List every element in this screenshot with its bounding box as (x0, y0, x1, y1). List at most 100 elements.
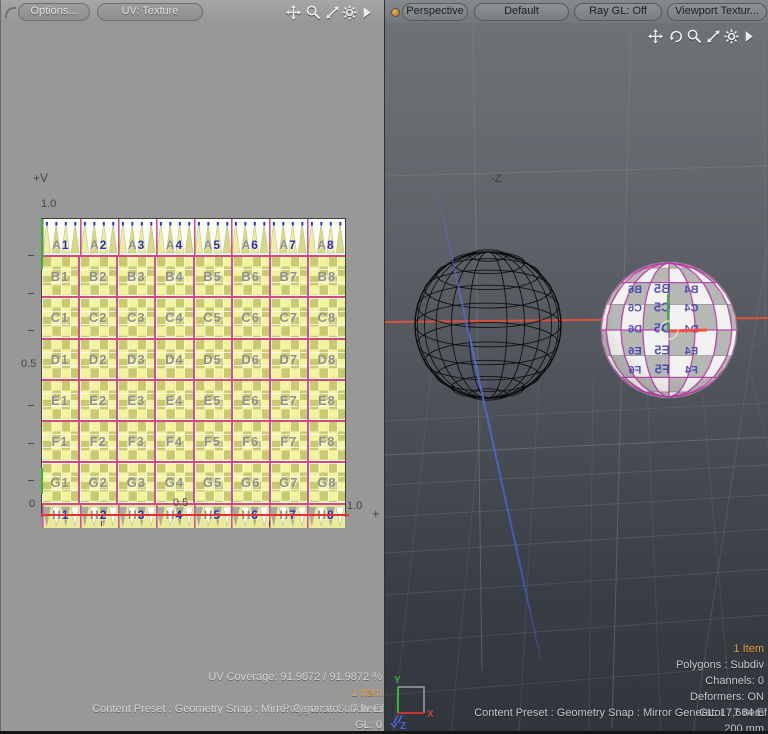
uv-cell-B1[interactable]: B1 (42, 257, 78, 296)
uv-cell-B3[interactable]: B3 (116, 257, 154, 296)
textured-sphere[interactable]: B6B5B4C6C5C4D6D5D4E6E5E4F6F5F4 (601, 262, 737, 398)
zoom-icon[interactable] (305, 4, 322, 21)
uv-cell-H8[interactable]: H8 (307, 505, 345, 528)
uv-cell-F8[interactable]: F8 (307, 422, 345, 461)
sphere-uv-label: E5 (654, 342, 670, 357)
uv-grid[interactable]: A1 A2 A3 A4 (41, 218, 346, 517)
ruler-0.5-bottom: 0.5 (173, 497, 188, 509)
uv-cell-A5[interactable]: A5 (194, 219, 232, 255)
uv-cell-B2[interactable]: B2 (78, 257, 116, 296)
viewport-texture-button[interactable]: Viewport Textur... (667, 3, 767, 21)
uv-cell-B4[interactable]: B4 (154, 257, 192, 296)
uv-cell-G6[interactable]: G6 (231, 463, 269, 502)
uv-cell-label: G5 (195, 475, 231, 490)
uv-cell-label: B5 (195, 269, 231, 284)
uv-cell-H1[interactable]: H1 (42, 505, 80, 528)
uv-cell-G8[interactable]: G8 (307, 463, 345, 502)
uv-cell-A4[interactable]: A4 (156, 219, 194, 255)
view-type-button[interactable]: Perspective (402, 3, 468, 21)
fit-icon[interactable] (324, 4, 341, 21)
uv-cell-E1[interactable]: E1 (42, 381, 78, 420)
uv-cell-C4[interactable]: C4 (154, 298, 192, 337)
uv-cell-label: B1 (42, 269, 78, 284)
sphere-uv-label: D6 (628, 324, 642, 336)
uv-cell-label: A8 (307, 238, 345, 252)
uv-cell-C1[interactable]: C1 (42, 298, 78, 337)
uv-cell-F6[interactable]: F6 (231, 422, 269, 461)
uv-cell-B6[interactable]: B6 (231, 257, 269, 296)
uv-cell-H5[interactable]: H5 (194, 505, 232, 528)
uv-cell-label: A3 (118, 238, 156, 252)
uv-cell-H2[interactable]: H2 (80, 505, 118, 528)
scale-icon[interactable] (705, 28, 722, 45)
uv-cell-C2[interactable]: C2 (78, 298, 116, 337)
uv-cell-G1[interactable]: G1 (42, 463, 78, 502)
uv-cell-C3[interactable]: C3 (116, 298, 154, 337)
uv-cell-E5[interactable]: E5 (193, 381, 231, 420)
uv-cell-E8[interactable]: E8 (307, 381, 345, 420)
viewport-led-icon[interactable] (391, 8, 400, 17)
uv-cell-C7[interactable]: C7 (269, 298, 307, 337)
uv-cell-F7[interactable]: F7 (269, 422, 307, 461)
uv-cell-D7[interactable]: D7 (269, 340, 307, 379)
uv-cell-C8[interactable]: C8 (307, 298, 345, 337)
uv-cell-D3[interactable]: D3 (116, 340, 154, 379)
uv-cell-A6[interactable]: A6 (231, 219, 269, 255)
uv-cell-F1[interactable]: F1 (42, 422, 78, 461)
move-icon[interactable] (647, 28, 664, 45)
move-icon[interactable] (285, 4, 302, 21)
uv-cell-E4[interactable]: E4 (154, 381, 192, 420)
uv-cell-D4[interactable]: D4 (154, 340, 192, 379)
uv-cell-label: B6 (233, 269, 269, 284)
settings-icon[interactable] (723, 28, 740, 45)
uv-cell-F3[interactable]: F3 (116, 422, 154, 461)
raygl-button[interactable]: Ray GL: Off (574, 3, 662, 21)
uv-texture-button[interactable]: UV: Texture (97, 3, 203, 21)
uv-cell-E3[interactable]: E3 (116, 381, 154, 420)
app-window: Options... UV: Texture +V 1.0 0.5 0 0.5 … (0, 0, 768, 734)
uv-cell-A7[interactable]: A7 (269, 219, 307, 255)
uv-cell-D1[interactable]: D1 (42, 340, 78, 379)
uv-cell-A8[interactable]: A8 (307, 219, 345, 255)
uv-cell-H6[interactable]: H6 (231, 505, 269, 528)
viewport-3d[interactable]: B6B5B4C6C5C4D6D5D4E6E5E4F6F5F4YXZ -Z 1 I… (385, 23, 768, 734)
uv-cell-H7[interactable]: H7 (269, 505, 307, 528)
uv-row-A: A1 A2 A3 A4 (42, 219, 345, 255)
v-axis-label: +V (33, 171, 48, 185)
uv-cell-E7[interactable]: E7 (269, 381, 307, 420)
shading-button[interactable]: Default (474, 3, 569, 21)
viewport-3d-scene: B6B5B4C6C5C4D6D5D4E6E5E4F6F5F4YXZ (385, 23, 768, 734)
wireframe-sphere[interactable] (415, 250, 561, 400)
zoom-icon[interactable] (686, 28, 703, 45)
uv-cell-C6[interactable]: C6 (231, 298, 269, 337)
uv-cell-label: D7 (271, 352, 307, 367)
panel-thumb-icon[interactable] (5, 7, 16, 18)
uv-cell-B5[interactable]: B5 (193, 257, 231, 296)
uv-cell-F5[interactable]: F5 (193, 422, 231, 461)
uv-cell-G2[interactable]: G2 (78, 463, 116, 502)
settings-icon[interactable] (341, 4, 358, 21)
uv-cell-G7[interactable]: G7 (269, 463, 307, 502)
uv-cell-D2[interactable]: D2 (78, 340, 116, 379)
uv-cell-A3[interactable]: A3 (118, 219, 156, 255)
uv-cell-C5[interactable]: C5 (193, 298, 231, 337)
uv-cell-F2[interactable]: F2 (78, 422, 116, 461)
uv-cell-A1[interactable]: A1 (42, 219, 80, 255)
uv-cell-G5[interactable]: G5 (193, 463, 231, 502)
uv-cell-D5[interactable]: D5 (193, 340, 231, 379)
uv-cell-B7[interactable]: B7 (269, 257, 307, 296)
uv-cell-E2[interactable]: E2 (78, 381, 116, 420)
uv-cell-E6[interactable]: E6 (231, 381, 269, 420)
options-button[interactable]: Options... (18, 3, 90, 21)
uv-cell-D8[interactable]: D8 (307, 340, 345, 379)
flyout-icon[interactable] (740, 28, 757, 45)
uv-cell-H3[interactable]: H3 (118, 505, 156, 528)
uv-cell-G3[interactable]: G3 (116, 463, 154, 502)
uv-cell-F4[interactable]: F4 (154, 422, 192, 461)
uv-cell-D6[interactable]: D6 (231, 340, 269, 379)
flyout-icon[interactable] (358, 4, 375, 21)
uv-cell-B8[interactable]: B8 (307, 257, 345, 296)
sphere-uv-label: F6 (629, 364, 642, 376)
rotate-icon[interactable] (668, 28, 685, 45)
uv-cell-A2[interactable]: A2 (80, 219, 118, 255)
